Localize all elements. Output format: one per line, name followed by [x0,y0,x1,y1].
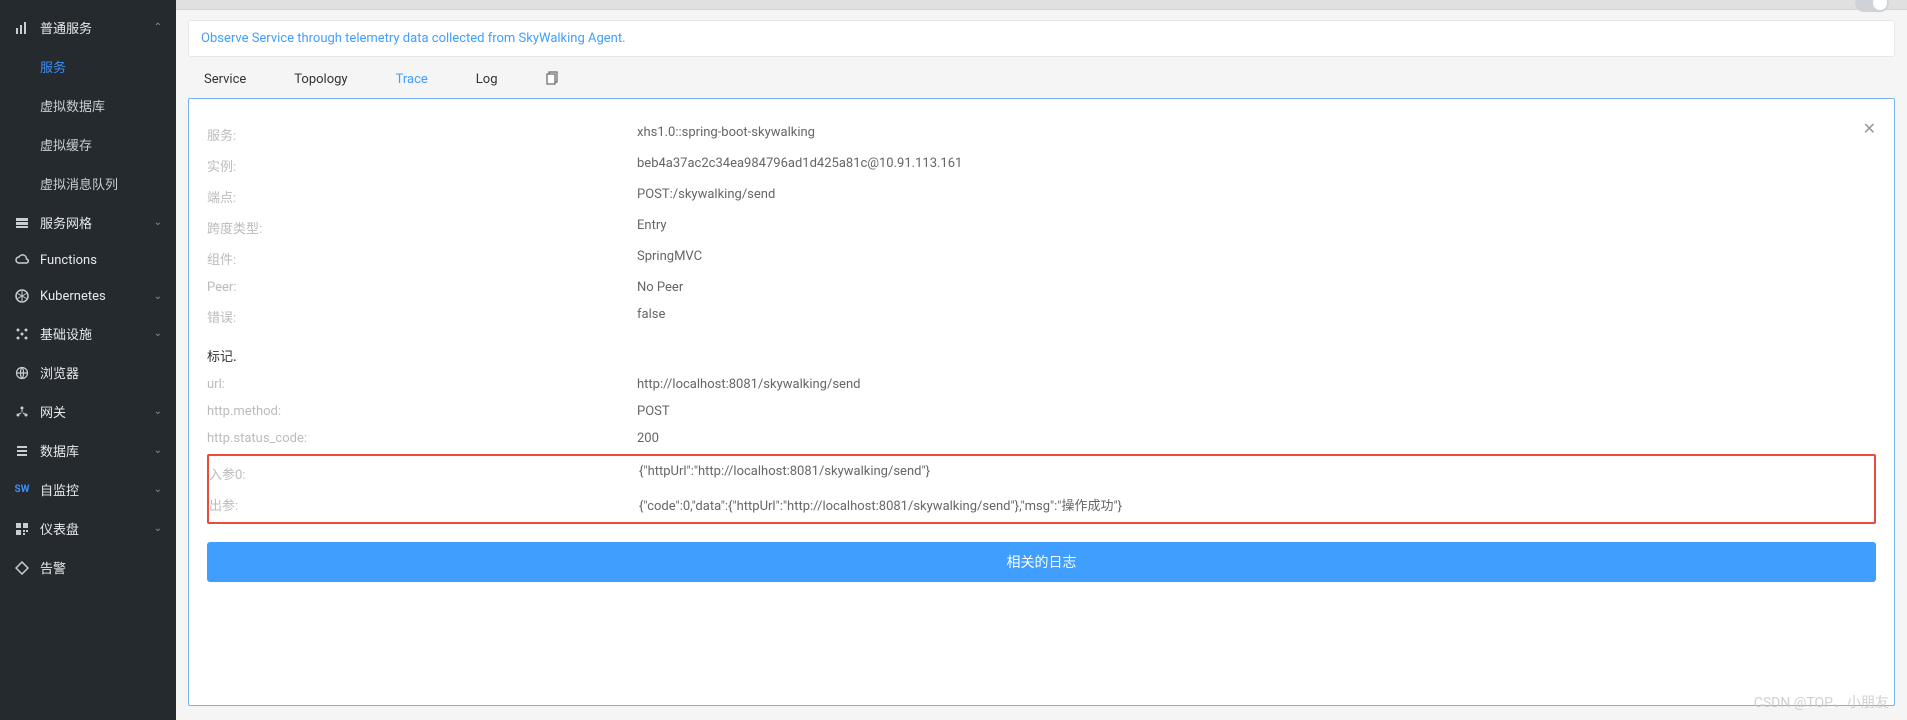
theme-toggle[interactable] [1855,0,1889,12]
chevron-down-icon: ⌄ [154,328,162,339]
tag-row: url:http://localhost:8081/skywalking/sen… [207,371,1876,398]
infra-icon [14,326,30,342]
globe-icon [14,365,30,381]
sidebar-group-kubernetes[interactable]: Kubernetes ⌄ [0,278,176,314]
gateway-icon [14,404,30,420]
chevron-down-icon: ⌄ [154,445,162,456]
trace-detail-panel: ✕ 服务:xhs1.0::spring-boot-skywalking 实例:b… [188,98,1895,706]
param-row: 入参0:{"httpUrl":"http://localhost:8081/sk… [209,458,1874,489]
detail-row: 服务:xhs1.0::spring-boot-skywalking [207,119,1863,150]
sidebar-group-dashboard[interactable]: 仪表盘 ⌄ [0,509,176,548]
chevron-down-icon: ⌄ [154,406,162,417]
chevron-down-icon: ⌄ [154,217,162,228]
main-content: Observe Service through telemetry data c… [176,0,1907,720]
sw-icon: SW [14,482,30,498]
tag-row: http.method:POST [207,398,1876,425]
detail-row: 端点:POST:/skywalking/send [207,181,1876,212]
params-highlight: 入参0:{"httpUrl":"http://localhost:8081/sk… [207,454,1876,524]
alert-icon [14,560,30,576]
detail-row: 跨度类型:Entry [207,212,1876,243]
sidebar-group-database[interactable]: 数据库 ⌄ [0,431,176,470]
detail-row: 错误:false [207,301,1876,332]
sidebar-item-virtual-cache[interactable]: 虚拟缓存 [0,125,176,164]
sidebar-group-infra[interactable]: 基础设施 ⌄ [0,314,176,353]
layers-icon [14,215,30,231]
sidebar-item-alarm[interactable]: 告警 [0,548,176,587]
kubernetes-icon [14,288,30,304]
sidebar-group-gateway[interactable]: 网关 ⌄ [0,392,176,431]
tab-topology[interactable]: Topology [294,72,347,87]
sidebar-item-virtual-db[interactable]: 虚拟数据库 [0,86,176,125]
detail-row: 组件:SpringMVC [207,243,1876,274]
param-row: 出参:{"code":0,"data":{"httpUrl":"http://l… [209,489,1874,520]
tab-bar: Service Topology Trace Log [176,63,1907,98]
copy-icon[interactable] [546,71,562,87]
detail-row: Peer:No Peer [207,274,1876,301]
sidebar-item-functions[interactable]: Functions [0,242,176,278]
chevron-down-icon: ⌄ [154,523,162,534]
chevron-down-icon: ⌄ [154,484,162,495]
cloud-icon [14,252,30,268]
sidebar-item-service[interactable]: 服务 [0,47,176,86]
sidebar-group-mesh[interactable]: 服务网格 ⌄ [0,203,176,242]
close-icon[interactable]: ✕ [1863,119,1876,138]
tag-row: http.status_code:200 [207,425,1876,452]
dashboard-icon [14,521,30,537]
top-strip [176,0,1907,10]
sidebar: 普通服务 ⌃ 服务 虚拟数据库 虚拟缓存 虚拟消息队列 服务网格 ⌄ Funct… [0,0,176,720]
tab-trace[interactable]: Trace [396,72,428,87]
sidebar-label: 普通服务 [40,18,154,37]
detail-row: 实例:beb4a37ac2c34ea984796ad1d425a81c@10.9… [207,150,1876,181]
sidebar-item-virtual-mq[interactable]: 虚拟消息队列 [0,164,176,203]
tab-log[interactable]: Log [476,72,498,87]
sidebar-group-self-monitor[interactable]: SW 自监控 ⌄ [0,470,176,509]
related-logs-button[interactable]: 相关的日志 [207,542,1876,582]
tags-title: 标记. [207,332,1876,371]
sidebar-group-general-service[interactable]: 普通服务 ⌃ [0,8,176,47]
chevron-down-icon: ⌄ [154,291,162,302]
chevron-up-icon: ⌃ [154,22,162,33]
database-icon [14,443,30,459]
tab-service[interactable]: Service [204,72,246,87]
sidebar-item-browser[interactable]: 浏览器 [0,353,176,392]
info-banner: Observe Service through telemetry data c… [188,20,1895,57]
bar-chart-icon [14,20,30,36]
